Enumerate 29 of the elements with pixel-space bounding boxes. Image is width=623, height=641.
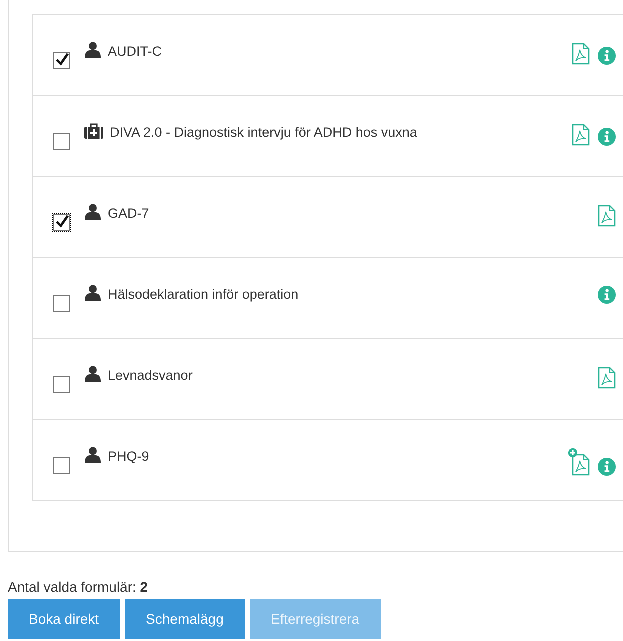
medkit-icon — [84, 123, 104, 139]
form-name: GAD-7 — [108, 206, 150, 220]
pdf-icon[interactable] — [572, 124, 590, 146]
info-icon[interactable] — [598, 47, 616, 65]
person-icon — [84, 204, 102, 220]
action-button[interactable]: Schemalägg — [125, 599, 245, 639]
person-icon — [84, 447, 102, 463]
info-icon[interactable] — [598, 128, 616, 146]
form-name: Levnadsvanor — [108, 368, 193, 382]
form-name: PHQ-9 — [108, 448, 150, 464]
add-pdf-icon[interactable] — [568, 448, 590, 476]
info-icon[interactable] — [598, 458, 616, 476]
pdf-icon[interactable] — [598, 205, 616, 227]
person-icon — [84, 366, 102, 382]
form-name: AUDIT-C — [108, 44, 162, 58]
checkbox[interactable] — [53, 132, 70, 150]
checkbox[interactable] — [53, 456, 70, 474]
person-icon — [84, 42, 102, 58]
form-name: Hälsodeklaration inför operation — [108, 286, 299, 302]
pdf-icon[interactable] — [572, 43, 590, 65]
pdf-icon[interactable] — [598, 367, 616, 389]
checkbox[interactable] — [53, 294, 70, 312]
checkbox[interactable] — [53, 52, 70, 68]
info-icon[interactable] — [598, 286, 616, 304]
selected-count: Antal valda formulär: 2 — [8, 579, 150, 597]
person-icon — [84, 285, 102, 301]
checkbox[interactable] — [53, 376, 70, 392]
form-name: DIVA 2.0 - Diagnostisk intervju för ADHD hos vuxna — [110, 124, 418, 140]
action-button[interactable]: Boka direkt — [8, 599, 120, 639]
